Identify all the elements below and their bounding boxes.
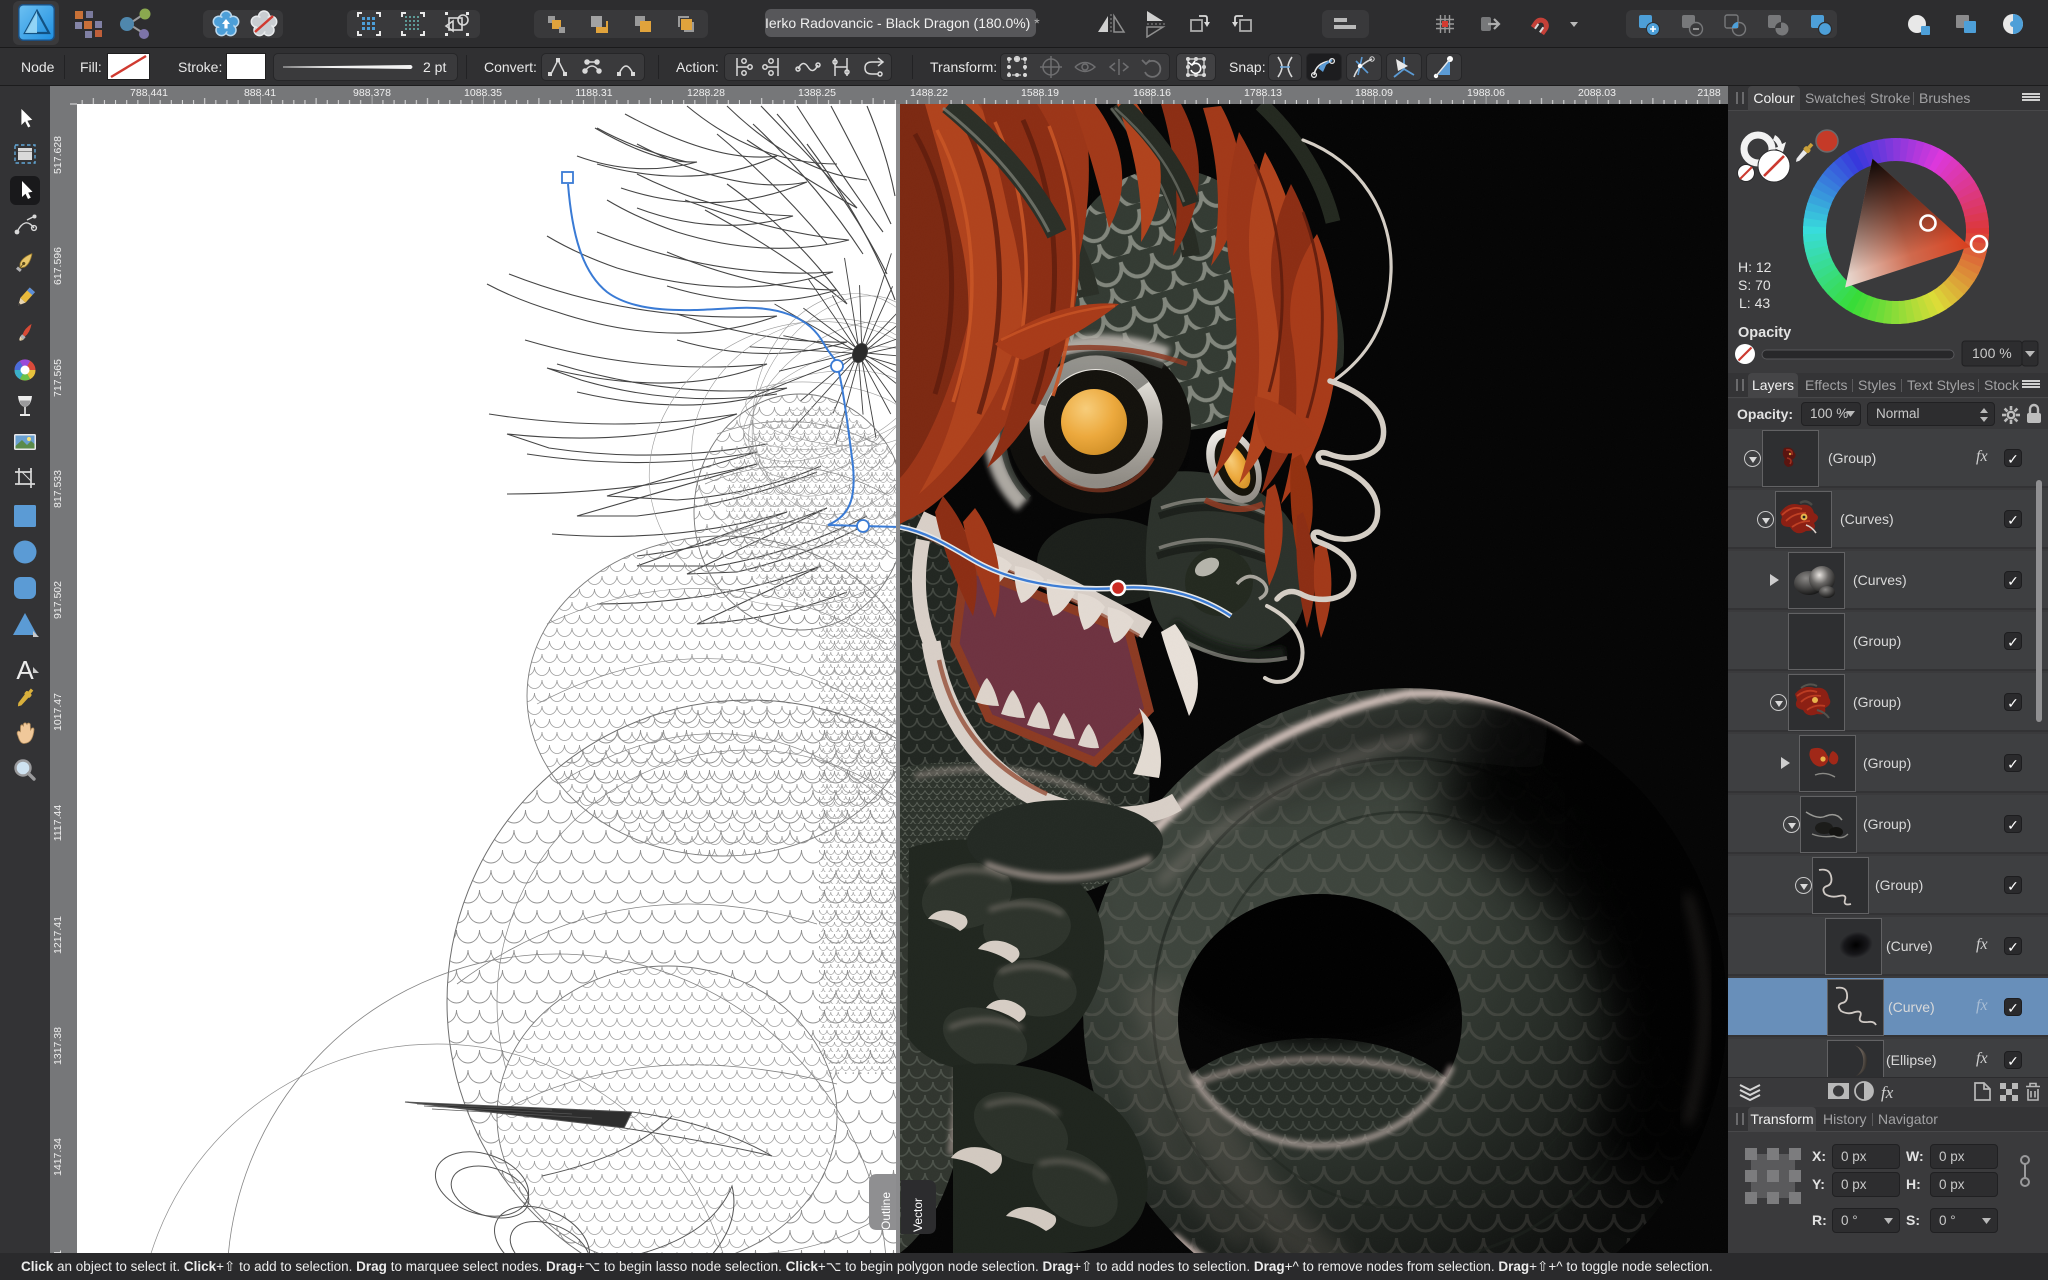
svg-text:fx: fx — [1881, 1083, 1894, 1102]
svg-text:817.533: 817.533 — [52, 470, 64, 508]
svg-text:100 %: 100 % — [1972, 345, 2012, 361]
svg-text:1988.06: 1988.06 — [1467, 87, 1505, 99]
svg-text:1488.22: 1488.22 — [910, 87, 948, 99]
svg-text:H: 12: H: 12 — [1738, 259, 1772, 275]
svg-text:1288.28: 1288.28 — [687, 87, 725, 99]
svg-text:1688.16: 1688.16 — [1133, 87, 1171, 99]
svg-text:1388.25: 1388.25 — [798, 87, 836, 99]
svg-text:L: 43: L: 43 — [1739, 295, 1770, 311]
svg-text:917.502: 917.502 — [52, 581, 64, 619]
svg-text:1017.47: 1017.47 — [52, 693, 64, 731]
svg-text:1117.44: 1117.44 — [52, 805, 64, 842]
svg-text:Opacity: Opacity — [1738, 325, 1791, 341]
svg-text:1088.35: 1088.35 — [464, 87, 502, 99]
svg-text:2188: 2188 — [1697, 87, 1721, 99]
svg-text:1788.13: 1788.13 — [1244, 87, 1282, 99]
svg-text:S: 70: S: 70 — [1738, 277, 1771, 293]
svg-text:2 pt: 2 pt — [423, 59, 446, 75]
svg-text:2088.03: 2088.03 — [1578, 87, 1616, 99]
svg-text:1888.09: 1888.09 — [1355, 87, 1393, 99]
svg-text:1188.31: 1188.31 — [575, 87, 612, 99]
svg-text:617.596: 617.596 — [52, 247, 64, 285]
svg-text:1417.34: 1417.34 — [52, 1138, 64, 1176]
svg-text:988.378: 988.378 — [353, 87, 391, 99]
svg-text:517.628: 517.628 — [52, 136, 64, 174]
svg-text:717.565: 717.565 — [52, 359, 64, 397]
svg-text:1317.38: 1317.38 — [52, 1027, 64, 1065]
svg-text:888.41: 888.41 — [244, 87, 276, 99]
svg-text:Vector: Vector — [911, 1198, 925, 1232]
svg-text:1217.41: 1217.41 — [52, 916, 64, 954]
svg-text:1588.19: 1588.19 — [1021, 87, 1059, 99]
svg-text:Outline: Outline — [879, 1192, 893, 1230]
svg-text:A: A — [16, 655, 34, 685]
svg-text:788.441: 788.441 — [130, 87, 168, 99]
